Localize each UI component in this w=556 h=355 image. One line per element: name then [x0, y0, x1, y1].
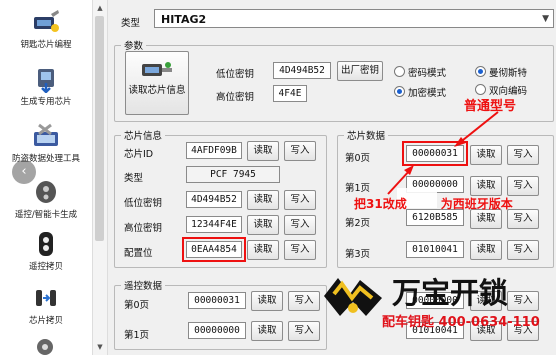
sidebar-item-label: 遥控/智能卡生成 — [14, 210, 78, 220]
radio-label: 密码模式 — [408, 68, 447, 79]
generate-chip-icon — [38, 69, 54, 93]
chip-id-label: 芯片ID — [124, 149, 154, 160]
remote-right-page0-write-button[interactable]: 写入 — [507, 291, 539, 311]
chip-type-value: HITAG2 — [161, 13, 207, 26]
chip-page2-label: 第2页 — [345, 218, 371, 229]
remote-page0-write-button[interactable]: 写入 — [288, 291, 320, 311]
remote-page1-field[interactable]: 00000000 — [188, 322, 246, 339]
chip-page1-label: 第1页 — [345, 183, 371, 194]
sidebar-scrollbar[interactable]: ▲ ▼ — [92, 0, 108, 355]
chip-high-password-label: 高位密钥 — [124, 223, 163, 234]
sidebar-item-label: 遥控拷贝 — [28, 262, 63, 272]
remote-smartcard-icon — [36, 181, 56, 203]
remote-page1-write-button[interactable]: 写入 — [288, 321, 320, 341]
sidebar: 钥匙芯片编程 生成专用芯片 防盗数据处理工具 遥控/智能卡生成 遥控拷贝 芯片拷… — [0, 0, 93, 355]
scroll-thumb[interactable] — [95, 16, 104, 241]
chip-type-label: 类型 — [124, 173, 144, 184]
sidebar-item-label: 生成专用芯片 — [20, 97, 72, 107]
chip-high-password-write-button[interactable]: 写入 — [284, 215, 316, 235]
watermark-brand: 万宝开锁 — [392, 276, 509, 310]
chip-id-write-button[interactable]: 写入 — [284, 141, 316, 161]
sidebar-item-immobilizer-data-tool[interactable]: 防盗数据处理工具 — [0, 122, 92, 164]
chip-low-password-write-button[interactable]: 写入 — [284, 190, 316, 210]
chip-data-legend: 芯片数据 — [347, 131, 386, 142]
annotation-change-31-tail: 为西班牙版本 — [440, 197, 513, 211]
sidebar-item-remote-smartcard[interactable]: 遥控/智能卡生成 — [0, 178, 92, 220]
radio-checked-icon — [394, 86, 405, 97]
annotation-arrow-icon — [387, 165, 414, 195]
chevron-down-icon: ▼ — [542, 14, 549, 24]
chip-page0-label: 第0页 — [345, 153, 371, 164]
chip-type-field: PCF 7945 — [186, 166, 280, 183]
remote-data-legend: 遥控数据 — [124, 281, 163, 292]
chip-high-password-read-button[interactable]: 读取 — [247, 215, 279, 235]
config-bits-read-button[interactable]: 读取 — [247, 240, 279, 260]
factory-password-button[interactable]: 出厂密钥 — [337, 61, 383, 81]
scroll-up-arrow-icon[interactable]: ▲ — [93, 2, 107, 14]
chip-page3-write-button[interactable]: 写入 — [507, 240, 539, 260]
radio-label: 加密模式 — [408, 88, 447, 99]
remote-page1-label: 第1页 — [124, 330, 150, 341]
manchester-radio[interactable]: 曼彻斯特 — [475, 65, 527, 79]
radio-label: 曼彻斯特 — [489, 68, 528, 79]
sidebar-item-label: 芯片拷贝 — [28, 316, 63, 326]
type-label: 类型 — [121, 18, 141, 29]
key-chip-programming-icon — [34, 10, 59, 32]
more-tools-icon — [37, 339, 53, 355]
back-arrow-button[interactable]: ‹ — [12, 160, 36, 184]
sidebar-item-generate-chip[interactable]: 生成专用芯片 — [0, 65, 92, 107]
chip-low-password-read-button[interactable]: 读取 — [247, 190, 279, 210]
config-bits-highlight — [182, 237, 246, 262]
chip-page3-label: 第3页 — [345, 249, 371, 260]
chip-high-password-field[interactable]: 12344F4E — [186, 216, 242, 233]
high-password-label: 高位密钥 — [216, 92, 255, 103]
read-chip-info-label: 读取芯片信息 — [128, 85, 186, 96]
chip-page1-write-button[interactable]: 写入 — [507, 176, 539, 196]
immobilizer-data-tool-icon — [34, 123, 58, 146]
chip-page0-write-button[interactable]: 写入 — [507, 145, 539, 165]
high-password-field[interactable]: 4F4E — [273, 85, 307, 102]
chip-id-read-button[interactable]: 读取 — [247, 141, 279, 161]
scroll-down-arrow-icon[interactable]: ▼ — [93, 341, 107, 353]
annotation-arrow-icon — [454, 111, 499, 147]
chip-page2-read-button[interactable]: 读取 — [470, 209, 502, 229]
low-password-label: 低位密钥 — [216, 69, 255, 80]
password-mode-radio[interactable]: 密码模式 — [394, 65, 446, 79]
chip-page2-write-button[interactable]: 写入 — [507, 209, 539, 229]
chip-page1-read-button[interactable]: 读取 — [470, 176, 502, 196]
params-legend: 参数 — [124, 41, 144, 52]
encrypt-mode-radio[interactable]: 加密模式 — [394, 85, 446, 99]
remote-copy-icon — [39, 232, 53, 256]
remote-page0-label: 第0页 — [124, 300, 150, 311]
sidebar-item-remote-copy[interactable]: 遥控拷贝 — [0, 230, 92, 272]
sidebar-item-key-chip-programming[interactable]: 钥匙芯片编程 — [0, 8, 92, 50]
remote-page1-read-button[interactable]: 读取 — [251, 321, 283, 341]
chip-page3-field[interactable]: 01010041 — [406, 241, 464, 258]
chip-copy-icon — [36, 290, 56, 306]
chip-low-password-label: 低位密钥 — [124, 198, 163, 209]
sidebar-item-label: 钥匙芯片编程 — [20, 40, 72, 50]
chip-low-password-field[interactable]: 4D494B52 — [186, 191, 242, 208]
low-password-field[interactable]: 4D494B52 — [273, 62, 331, 79]
chip-page3-read-button[interactable]: 读取 — [470, 240, 502, 260]
config-bits-label: 配置位 — [124, 248, 153, 259]
chip-key-icon — [142, 62, 172, 76]
chip-type-select[interactable]: HITAG2 ▼ — [154, 9, 554, 28]
radio-unchecked-icon — [475, 84, 486, 95]
read-chip-info-button[interactable]: 读取芯片信息 — [125, 51, 189, 115]
annotation-change-31-head: 把31改成 — [354, 197, 407, 211]
chip-id-field[interactable]: 4AFDF09B — [186, 142, 242, 159]
radio-checked-icon — [475, 66, 486, 77]
wanbao-logo-icon — [324, 278, 382, 316]
watermark-subtitle: 配车钥匙 400-0634-110 — [382, 315, 540, 330]
annotation-change-31: 把31改成 为西班牙版本 — [354, 195, 513, 212]
remote-page0-read-button[interactable]: 读取 — [251, 291, 283, 311]
radio-unchecked-icon — [394, 66, 405, 77]
config-bits-write-button[interactable]: 写入 — [284, 240, 316, 260]
remote-page0-field[interactable]: 00000031 — [188, 292, 246, 309]
chip-info-legend: 芯片信息 — [124, 131, 163, 142]
sidebar-item-chip-copy[interactable]: 芯片拷贝 — [0, 284, 92, 326]
